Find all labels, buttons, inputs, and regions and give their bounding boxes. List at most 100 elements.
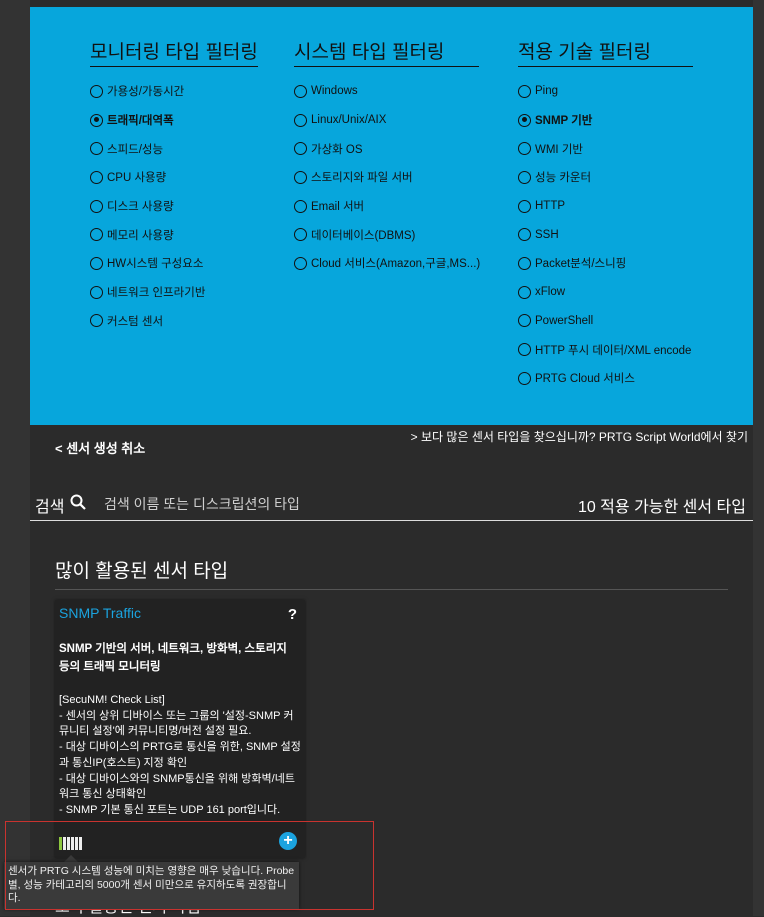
system-filter-option[interactable]: 가상화 OS — [294, 134, 479, 163]
filter-option-label: WMI 기반 — [535, 143, 583, 156]
filter-option-label: Cloud 서비스(Amazon,구글,MS...) — [311, 258, 481, 271]
radio-button-icon[interactable] — [518, 113, 531, 127]
technology-filter-option[interactable]: xFlow — [518, 278, 693, 307]
right-frame — [753, 0, 764, 916]
applicable-sensor-count: 10 적용 가능한 센서 타입 — [577, 499, 746, 516]
filter-option-label: 메모리 사용량 — [107, 229, 174, 242]
radio-button-icon[interactable] — [294, 256, 307, 270]
technology-filter-option[interactable]: SSH — [518, 220, 693, 249]
system-filter-column: 시스템 타입 필터링 Windows Linux/Unix/AIX 가상화 OS 스토… — [294, 37, 481, 278]
filter-option-label: 가상화 OS — [311, 143, 363, 156]
monitoring-filter-option[interactable]: 가용성/가동시간 — [90, 77, 258, 106]
radio-button-icon[interactable] — [90, 84, 103, 98]
system-filter-title: 시스템 타입 필터링 — [294, 37, 479, 67]
filter-option-label: 가용성/가동시간 — [107, 86, 185, 99]
radio-button-icon[interactable] — [518, 142, 531, 156]
system-filter-option[interactable]: 데이터베이스(DBMS) — [294, 220, 479, 249]
monitoring-filter-option[interactable]: 디스크 사용량 — [90, 192, 258, 221]
system-filter-option[interactable]: Windows — [294, 77, 479, 106]
radio-button-icon[interactable] — [90, 228, 103, 242]
radio-button-icon[interactable] — [90, 170, 103, 184]
filter-option-label: 성능 카운터 — [535, 172, 592, 185]
radio-button-icon[interactable] — [518, 371, 531, 385]
technology-filter-option[interactable]: SNMP 기반 — [518, 106, 693, 135]
filter-option-label: HW시스템 구성요소 — [107, 258, 204, 271]
radio-button-icon[interactable] — [518, 170, 531, 184]
radio-button-icon[interactable] — [90, 199, 103, 213]
system-filter-option[interactable]: 스토리지와 파일 서버 — [294, 163, 479, 192]
filter-option-label: Windows — [311, 85, 358, 98]
technology-filter-option[interactable]: HTTP — [518, 192, 693, 221]
filter-option-label: Email 서버 — [311, 201, 365, 214]
technology-filter-option[interactable]: PRTG Cloud 서비스 — [518, 364, 693, 393]
search-input[interactable] — [102, 492, 466, 516]
monitoring-filter-option[interactable]: 스피드/성능 — [90, 134, 258, 163]
filter-option-label: 스피드/성능 — [107, 143, 164, 156]
radio-button-icon[interactable] — [518, 84, 531, 98]
radio-button-icon[interactable] — [294, 113, 307, 127]
technology-filter-option[interactable]: Packet분석/스니핑 — [518, 249, 693, 278]
filter-option-label: CPU 사용량 — [107, 172, 167, 185]
technology-filter-option[interactable]: 성능 카운터 — [518, 163, 693, 192]
cancel-sensor-creation-link[interactable]: < 센서 생성 취소 — [55, 438, 145, 457]
filter-option-label: xFlow — [535, 286, 566, 299]
radio-button-icon[interactable] — [90, 113, 103, 127]
search-icon[interactable] — [70, 494, 86, 510]
sensor-card-title[interactable]: SNMP Traffic — [59, 605, 141, 621]
radio-button-icon[interactable] — [294, 228, 307, 242]
technology-filter-option[interactable]: HTTP 푸시 데이터/XML encode — [518, 335, 693, 364]
sensor-card-snmp-traffic[interactable]: SNMP Traffic ? SNMP 기반의 서버, 네트워크, 방화벽, 스… — [55, 600, 305, 858]
monitoring-filter-option[interactable]: HW시스템 구성요소 — [90, 249, 258, 278]
technology-filter-title: 적용 기술 필터링 — [518, 37, 693, 67]
filter-option-label: 데이터베이스(DBMS) — [311, 229, 416, 242]
monitoring-filter-column: 모니터링 타입 필터링 가용성/가동시간트래픽/대역폭스피드/성능 CPU 사용량… — [90, 37, 258, 335]
monitoring-filter-option[interactable]: 메모리 사용량 — [90, 220, 258, 249]
radio-button-icon[interactable] — [294, 84, 307, 98]
section-title: 많이 활용된 센서 타입 — [55, 561, 229, 582]
filter-option-label: SSH — [535, 228, 559, 241]
filter-option-label: PRTG Cloud 서비스 — [535, 373, 635, 386]
section-divider — [55, 589, 728, 590]
filter-option-label: 네트워크 인프라기반 — [107, 287, 206, 300]
technology-filter-option[interactable]: WMI 기반 — [518, 134, 693, 163]
filter-option-label: SNMP 기반 — [535, 115, 593, 128]
monitoring-filter-option[interactable]: 네트워크 인프라기반 — [90, 278, 258, 307]
filter-option-label: PowerShell — [535, 314, 594, 327]
radio-button-icon[interactable] — [90, 285, 103, 299]
left-frame — [0, 0, 30, 916]
filter-option-label: HTTP — [535, 200, 566, 213]
radio-button-icon[interactable] — [90, 256, 103, 270]
radio-button-icon[interactable] — [518, 199, 531, 213]
radio-button-icon[interactable] — [518, 285, 531, 299]
system-filter-option[interactable]: Cloud 서비스(Amazon,구글,MS...) — [294, 249, 481, 278]
system-filter-option[interactable]: Linux/Unix/AIX — [294, 106, 479, 135]
monitoring-filter-option[interactable]: 커스텀 센서 — [90, 307, 258, 336]
radio-button-icon[interactable] — [294, 170, 307, 184]
radio-button-icon[interactable] — [518, 256, 531, 270]
technology-filter-option[interactable]: PowerShell — [518, 307, 693, 336]
radio-button-icon[interactable] — [518, 343, 531, 357]
filter-option-label: 트래픽/대역폭 — [107, 115, 174, 128]
help-icon[interactable]: ? — [288, 606, 297, 623]
radio-button-icon[interactable] — [518, 228, 531, 242]
monitoring-filter-options: 가용성/가동시간트래픽/대역폭스피드/성능 CPU 사용량디스크 사용량메모리 사… — [90, 77, 258, 335]
filter-option-label: Ping — [535, 85, 559, 98]
technology-filter-column: 적용 기술 필터링 Ping SNMP 기반 WMI 기반성능 카운터 HTTP SSH… — [518, 37, 693, 393]
monitoring-filter-option[interactable]: 트래픽/대역폭 — [90, 106, 258, 135]
radio-button-icon[interactable] — [90, 314, 103, 328]
radio-button-icon[interactable] — [294, 142, 307, 156]
filter-option-label: 스토리지와 파일 서버 — [311, 172, 413, 185]
sensor-card-description: SNMP 기반의 서버, 네트워크, 방화벽, 스토리지 등의 트래픽 모니터링 — [59, 643, 287, 673]
radio-button-icon[interactable] — [294, 199, 307, 213]
highlight-annotation-box — [5, 821, 374, 910]
search-bar: 검색 10 적용 가능한 센서 타입 — [30, 490, 753, 521]
monitoring-filter-title: 모니터링 타입 필터링 — [90, 37, 258, 67]
monitoring-filter-option[interactable]: CPU 사용량 — [90, 163, 258, 192]
filter-option-label: 커스텀 센서 — [107, 315, 164, 328]
radio-button-icon[interactable] — [90, 142, 103, 156]
script-world-link[interactable]: > 보다 많은 센서 타입을 찾으십니까? PRTG Script World에… — [411, 428, 748, 445]
radio-button-icon[interactable] — [518, 314, 531, 328]
search-label: 검색 — [35, 499, 65, 516]
system-filter-option[interactable]: Email 서버 — [294, 192, 479, 221]
technology-filter-option[interactable]: Ping — [518, 77, 693, 106]
